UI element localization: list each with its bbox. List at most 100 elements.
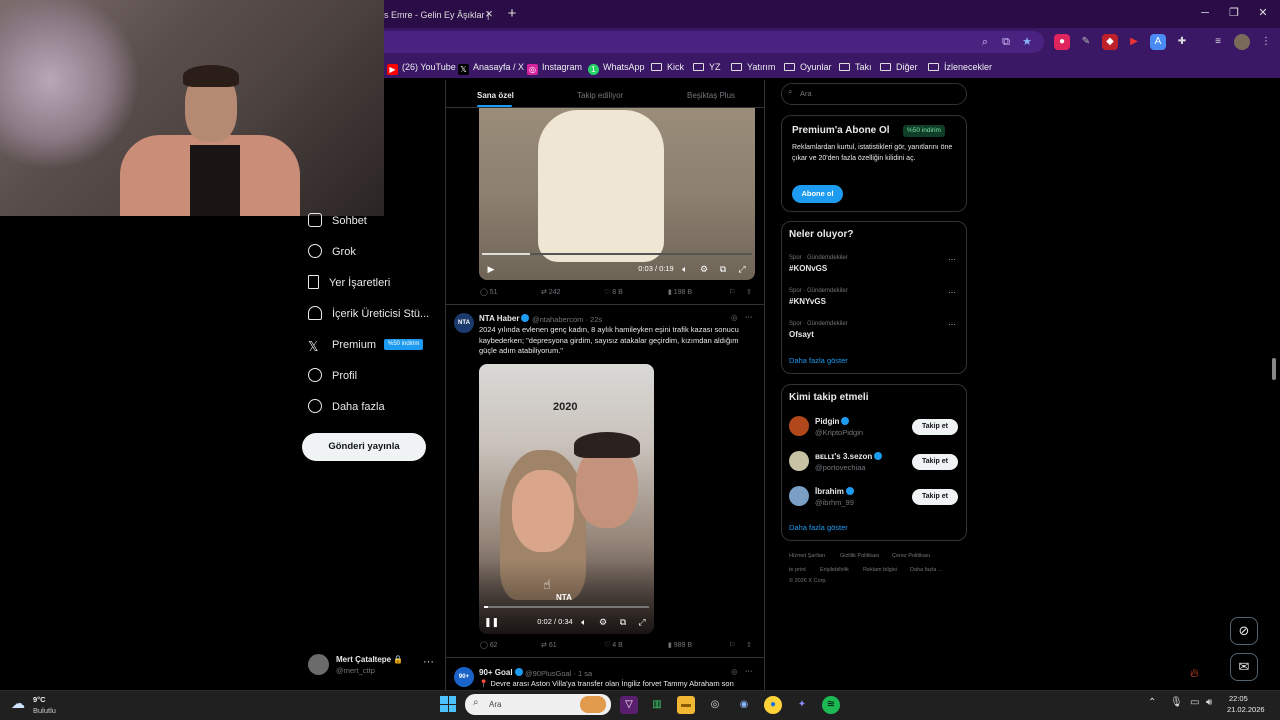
tweet-author[interactable]: 90+ Goal (479, 668, 525, 677)
display-icon[interactable]: ▭ (1190, 697, 1199, 708)
bookmark-folder-diger[interactable]: Diğer (880, 58, 918, 76)
reply-button[interactable]: ◯ 62 (480, 640, 498, 652)
spotify-icon[interactable]: ≋ (822, 696, 840, 714)
video-scrubber[interactable] (484, 606, 649, 608)
zoom-icon[interactable]: ⌕ (977, 34, 993, 50)
pen-extension-icon[interactable]: ✎ (1078, 34, 1094, 50)
repost-button[interactable]: ⇄ 61 (541, 640, 557, 652)
follow-button[interactable]: Takip et (912, 489, 958, 505)
settings-icon[interactable]: ⚙ (596, 615, 610, 629)
sidebar-item-bookmarks[interactable]: Yer İşaretleri (308, 271, 390, 295)
weather-cloud-icon[interactable]: ☁ (11, 695, 25, 712)
pause-icon[interactable]: ❚❚ (484, 615, 499, 629)
sidebar-item-creator-studio[interactable]: İçerik Üreticisi Stü... (308, 302, 429, 326)
trend-more-icon[interactable]: ··· (948, 255, 956, 264)
chrome-icon[interactable]: ● (764, 696, 782, 714)
tray-expand-icon[interactable]: ⌃ (1148, 697, 1156, 708)
extensions-puzzle-icon[interactable]: ✚ (1174, 34, 1190, 50)
volume-icon[interactable]: 🔈︎ (678, 262, 692, 276)
footer-link[interactable]: Reklam bilgisi (863, 567, 897, 573)
avatar[interactable] (308, 654, 329, 675)
close-window-button[interactable]: ✕ (1252, 4, 1274, 22)
fullscreen-icon[interactable]: ⤢ (735, 262, 749, 276)
reply-button[interactable]: ◯ 51 (480, 287, 498, 299)
sidebar-item-sohbet[interactable]: Sohbet (308, 209, 367, 233)
tweet-more-icon[interactable]: ··· (745, 312, 753, 321)
bookmark-folder-izlenecekler[interactable]: İzlenecekler (928, 58, 992, 76)
bookmark-youtube[interactable]: ▶ (26) YouTube (387, 58, 456, 76)
avatar[interactable] (789, 486, 809, 506)
share-icon[interactable]: ⇧ (746, 640, 752, 652)
subscribe-button[interactable]: Abone ol (792, 185, 843, 203)
fullscreen-icon[interactable]: ⤢ (635, 615, 649, 629)
address-bar[interactable] (384, 31, 1044, 53)
play-icon[interactable]: ▶ (484, 262, 498, 276)
pip-icon[interactable]: ⧉ (616, 615, 630, 629)
media-control-icon[interactable]: ≡ (1210, 34, 1226, 50)
footer-link[interactable]: Çerez Politikası (892, 553, 930, 559)
post-button[interactable]: Gönderi yayınla (302, 433, 426, 461)
volume-icon[interactable]: 🔈︎ (577, 615, 591, 629)
tweet-more-icon[interactable]: ··· (745, 666, 753, 675)
footer-link[interactable]: te print (789, 567, 806, 573)
youtube-extension-icon[interactable]: ▶ (1126, 34, 1142, 50)
tweet-author[interactable]: NTA Haber (479, 314, 531, 323)
trend-more-icon[interactable]: ··· (948, 288, 956, 297)
sidebar-item-profile[interactable]: Profil (308, 364, 357, 388)
trend-item[interactable]: #KNYvGS (789, 297, 826, 306)
windows-start-icon[interactable] (440, 696, 456, 712)
follow-button[interactable]: Takip et (912, 454, 958, 470)
account-name[interactable]: Mert Çataltepe 🔒 (336, 655, 403, 664)
account-more-icon[interactable]: ··· (423, 656, 434, 668)
bookmark-whatsapp[interactable]: 1 WhatsApp (588, 58, 645, 76)
footer-link[interactable]: Hizmet Şartları (789, 553, 825, 559)
messages-float-icon[interactable]: ✉ (1230, 653, 1258, 681)
footer-link[interactable]: Erişilebilirlik (820, 567, 849, 573)
footer-link[interactable]: Daha fazla ... (910, 567, 942, 573)
sidebar-item-premium[interactable]: 𝕏 Premium (308, 333, 376, 357)
app-icon[interactable]: ◎ (706, 696, 724, 714)
bookmark-folder-yz[interactable]: YZ (693, 58, 721, 76)
bookmark-folder-oyunlar[interactable]: Oyunlar (784, 58, 832, 76)
grok-icon[interactable]: ◎ (731, 313, 738, 322)
bookmark-folder-taki[interactable]: Takı (839, 58, 872, 76)
bookmark-instagram[interactable]: ◎ Instagram (527, 58, 582, 76)
file-explorer-icon[interactable]: ▬ (677, 696, 695, 714)
weather-temperature[interactable]: 9°C (33, 695, 46, 704)
volume-tray-icon[interactable]: 🔊︎ (1206, 697, 1212, 708)
avatar[interactable]: 90+ (454, 667, 474, 687)
minimize-button[interactable]: ─ (1194, 4, 1216, 22)
profile-avatar-icon[interactable] (1234, 34, 1250, 50)
share-icon[interactable]: ⇧ (746, 287, 752, 299)
translate-extension-icon[interactable]: A (1150, 34, 1166, 50)
avatar[interactable] (789, 451, 809, 471)
bookmark-tweet-icon[interactable]: ⚐ (729, 287, 735, 299)
views-button[interactable]: ▮ 989 B (668, 640, 692, 652)
scrollbar[interactable] (1272, 358, 1276, 380)
avatar[interactable]: NTA (454, 313, 474, 333)
extension-icon[interactable]: ◆ (1102, 34, 1118, 50)
app-icon[interactable]: ▽ (620, 696, 638, 714)
follow-name[interactable]: Pidgin (815, 417, 851, 426)
clock-date[interactable]: 21.02.2026 (1227, 705, 1265, 714)
show-more-link[interactable]: Daha fazla göster (789, 523, 848, 532)
like-button[interactable]: ♡ 8 B (604, 287, 623, 299)
views-button[interactable]: ▮ 198 B (668, 287, 692, 299)
new-tab-button[interactable]: + (505, 4, 519, 24)
search-input[interactable]: Ara (781, 83, 967, 105)
tab-takip-ediliyor[interactable]: Takip ediliyor (577, 86, 623, 106)
like-button[interactable]: ♡ 4 B (604, 640, 623, 652)
follow-name[interactable]: İbrahim (815, 487, 856, 496)
microphone-icon[interactable]: 🎙︎ (1170, 697, 1183, 708)
grok-float-icon[interactable]: ⊘ (1230, 617, 1258, 645)
settings-icon[interactable]: ⚙ (697, 262, 711, 276)
trend-more-icon[interactable]: ··· (948, 320, 956, 329)
footer-link[interactable]: Gizlilik Politikası (840, 553, 879, 559)
show-more-link[interactable]: Daha fazla göster (789, 356, 848, 365)
pip-icon[interactable]: ⧉ (716, 262, 730, 276)
avatar[interactable] (789, 416, 809, 436)
sidebar-item-grok[interactable]: Grok (308, 240, 356, 264)
bookmark-tweet-icon[interactable]: ⚐ (729, 640, 735, 652)
clock-time[interactable]: 22:05 (1229, 694, 1248, 703)
maximize-button[interactable]: ❐ (1223, 4, 1245, 22)
